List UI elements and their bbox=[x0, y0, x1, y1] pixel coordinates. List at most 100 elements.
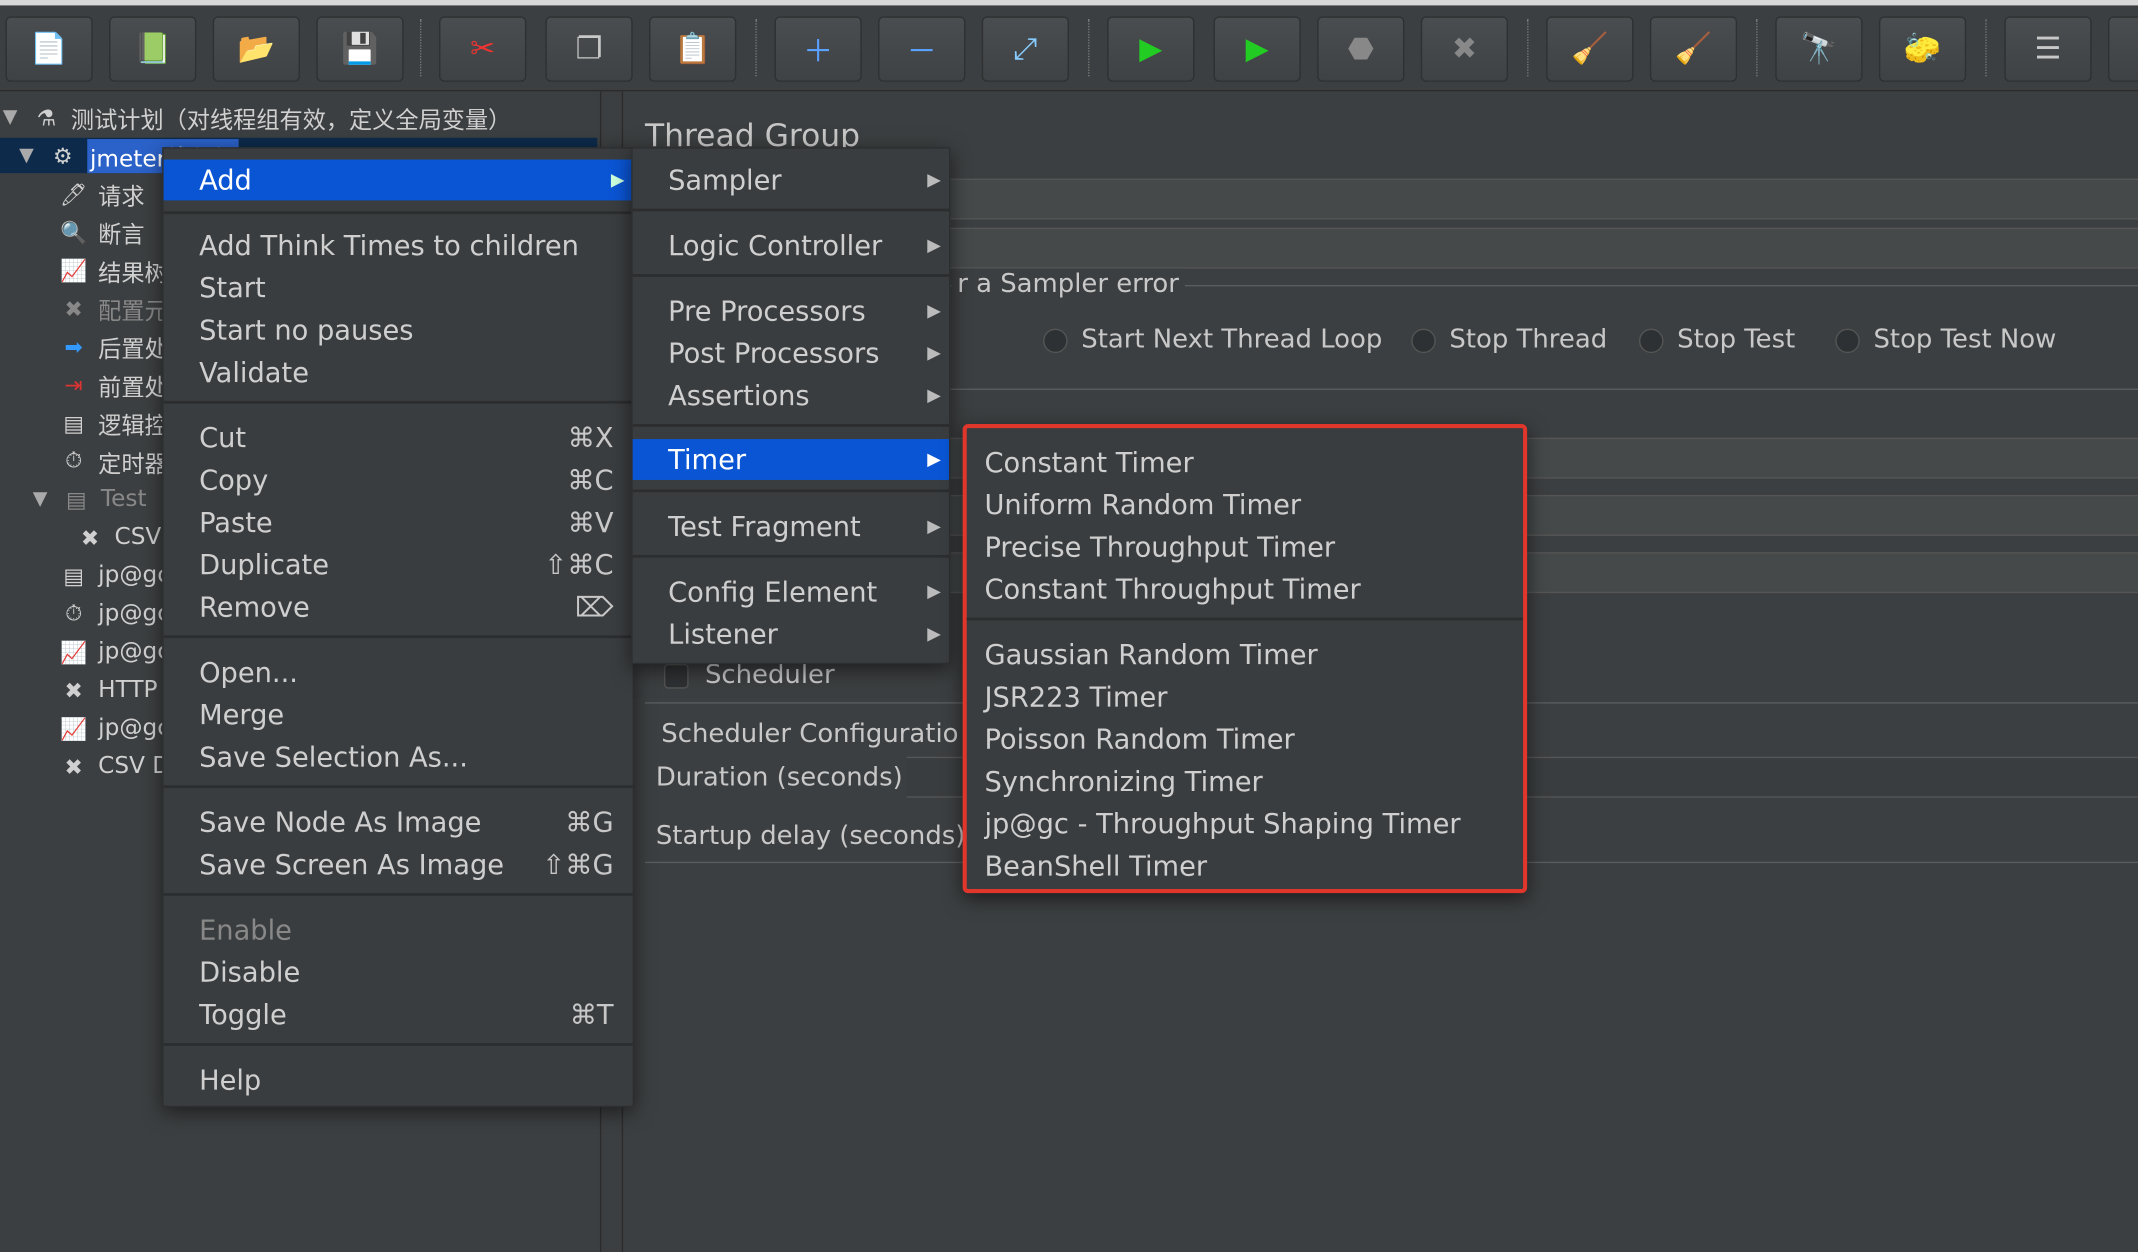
tree-node-label: 定时器 bbox=[98, 450, 168, 478]
graph-icon: 📈 bbox=[60, 257, 88, 283]
menu-item-test-fragment[interactable]: Test Fragment ▶ bbox=[633, 506, 949, 547]
menu-item-post-processors[interactable]: Post Processors ▶ bbox=[633, 333, 949, 374]
radio-button[interactable] bbox=[1638, 327, 1664, 353]
expand-arrow-icon[interactable]: ▼ bbox=[19, 145, 38, 167]
menu-item-config-element[interactable]: Config Element ▶ bbox=[633, 571, 949, 612]
tree-node[interactable]: ⏱ 定时器 bbox=[57, 443, 168, 478]
shutdown-icon[interactable]: ✖ bbox=[1420, 16, 1509, 82]
radio-button[interactable] bbox=[1043, 327, 1068, 353]
tree-node[interactable]: 🔍 断言 bbox=[57, 214, 144, 249]
tree-node-label: Test bbox=[100, 485, 147, 513]
reset-search-icon[interactable]: 🧽 bbox=[1878, 16, 1967, 82]
menu-item-disable[interactable]: Disable bbox=[164, 952, 633, 993]
tree-node-label: 断言 bbox=[98, 221, 145, 249]
templates-icon[interactable]: 📗 bbox=[109, 16, 197, 82]
search-icon[interactable]: 🔭 bbox=[1775, 16, 1863, 82]
tree-node[interactable]: ✖ CSV D bbox=[57, 749, 170, 784]
tree-node[interactable]: ▼ ▤ Test bbox=[33, 481, 147, 516]
menu-item-validate[interactable]: Validate bbox=[164, 352, 633, 393]
radio-button[interactable] bbox=[1835, 327, 1860, 353]
radio-start-next-thread-loop[interactable]: Start Next Thread Loop bbox=[1043, 325, 1382, 355]
menu-item-copy[interactable]: Copy ⌘C bbox=[164, 460, 633, 501]
save-icon[interactable]: 💾 bbox=[316, 16, 404, 82]
menu-label: Pre Processors bbox=[668, 294, 866, 328]
tree-node[interactable]: ✖ CSV bbox=[74, 520, 161, 555]
tree-node[interactable]: ✖ HTTP bbox=[57, 672, 157, 707]
new-icon[interactable]: 📄 bbox=[5, 16, 93, 82]
toolbar-separator bbox=[1756, 19, 1758, 77]
tree-node[interactable]: ▤ jp@gc bbox=[57, 558, 170, 593]
menu-item-gaussian-random-timer[interactable]: Gaussian Random Timer bbox=[967, 634, 1523, 675]
tree-node-label: HTTP bbox=[98, 676, 158, 704]
menu-item-add-think-times[interactable]: Add Think Times to children bbox=[164, 225, 633, 266]
tree-node[interactable]: 🖊 请求 bbox=[57, 176, 145, 211]
checkbox[interactable] bbox=[664, 663, 689, 688]
radio-label: Stop Thread bbox=[1449, 324, 1608, 355]
stop-icon[interactable]: ⬣ bbox=[1317, 16, 1405, 82]
menu-item-precise-throughput-timer[interactable]: Precise Throughput Timer bbox=[967, 526, 1523, 567]
tree-node-test-plan[interactable]: ▼ ⚗ 测试计划（对线程组有效，定义全局变量） bbox=[3, 100, 512, 135]
menu-item-paste[interactable]: Paste ⌘V bbox=[164, 502, 633, 543]
radio-button[interactable] bbox=[1411, 327, 1436, 353]
menu-item-save-selection[interactable]: Save Selection As... bbox=[164, 736, 633, 777]
menu-item-beanshell-timer[interactable]: BeanShell Timer bbox=[967, 845, 1523, 886]
menu-item-sampler[interactable]: Sampler ▶ bbox=[633, 160, 949, 201]
tree-node[interactable]: 📈 结果树 bbox=[57, 252, 168, 287]
menu-item-start-no-pauses[interactable]: Start no pauses bbox=[164, 310, 633, 351]
menu-item-merge[interactable]: Merge bbox=[164, 694, 633, 735]
sampler-error-label: r a Sampler error bbox=[951, 268, 1185, 299]
function-helper-icon[interactable]: ☰ bbox=[2004, 16, 2092, 82]
open-icon[interactable]: 📂 bbox=[212, 16, 300, 82]
radio-stop-test-now[interactable]: Stop Test Now bbox=[1835, 325, 2056, 355]
menu-item-start[interactable]: Start bbox=[164, 267, 633, 308]
collapse-icon[interactable]: － bbox=[878, 16, 966, 82]
menu-item-toggle[interactable]: Toggle ⌘T bbox=[164, 994, 633, 1035]
menu-item-logic-controller[interactable]: Logic Controller ▶ bbox=[633, 225, 949, 266]
copy-icon[interactable]: ❐ bbox=[545, 16, 633, 82]
menu-item-throughput-shaping-timer[interactable]: jp@gc - Throughput Shaping Timer bbox=[967, 803, 1523, 844]
menu-item-constant-timer[interactable]: Constant Timer bbox=[967, 442, 1523, 483]
menu-label: Logic Controller bbox=[668, 229, 883, 262]
menu-item-duplicate[interactable]: Duplicate ⇧⌘C bbox=[164, 544, 633, 585]
tree-node[interactable]: ⏱ jp@gc bbox=[57, 596, 170, 631]
menu-item-assertions[interactable]: Assertions ▶ bbox=[633, 375, 949, 416]
menu-item-open[interactable]: Open... bbox=[164, 652, 633, 693]
clear-all-icon[interactable]: 🧹 bbox=[1649, 16, 1738, 82]
submenu-arrow-icon: ▶ bbox=[927, 516, 941, 537]
menu-label: Constant Throughput Timer bbox=[984, 572, 1361, 606]
clear-icon[interactable]: 🧹 bbox=[1546, 16, 1634, 82]
start-no-pauses-icon[interactable]: ▶ bbox=[1213, 16, 1301, 82]
cut-icon[interactable]: ✂ bbox=[439, 16, 527, 82]
menu-item-synchronizing-timer[interactable]: Synchronizing Timer bbox=[967, 761, 1523, 802]
menu-item-poisson-random-timer[interactable]: Poisson Random Timer bbox=[967, 719, 1523, 760]
duration-label: Duration (seconds) bbox=[655, 762, 903, 793]
menu-item-save-node-image[interactable]: Save Node As Image ⌘G bbox=[164, 802, 633, 843]
menu-item-add[interactable]: Add ▶ bbox=[163, 159, 633, 201]
radio-stop-thread[interactable]: Stop Thread bbox=[1411, 325, 1607, 355]
toolbar: 📄 📗 📂 💾 ✂ ❐ 📋 ＋ － ⤢ ▶ ▶ ⬣ ✖ 🧹 🧹 🔭 🧽 ☰ bbox=[0, 5, 2138, 92]
menu-item-constant-throughput-timer[interactable]: Constant Throughput Timer bbox=[967, 569, 1523, 610]
menu-item-remove[interactable]: Remove ⌦ bbox=[164, 586, 633, 627]
menu-item-jsr223-timer[interactable]: JSR223 Timer bbox=[967, 676, 1523, 717]
menu-item-help[interactable]: Help bbox=[164, 1059, 633, 1100]
controller-icon: ▤ bbox=[63, 409, 84, 436]
tree-node[interactable]: 📈 jp@gc bbox=[57, 634, 170, 669]
controller-icon: ▤ bbox=[63, 562, 84, 589]
help-icon[interactable] bbox=[2108, 16, 2138, 82]
menu-item-uniform-random-timer[interactable]: Uniform Random Timer bbox=[967, 484, 1523, 525]
expand-arrow-icon[interactable]: ▼ bbox=[33, 488, 52, 510]
paste-icon[interactable]: 📋 bbox=[649, 16, 737, 82]
expand-icon[interactable]: ＋ bbox=[774, 16, 862, 82]
menu-label: Save Selection As... bbox=[199, 740, 468, 774]
menu-item-pre-processors[interactable]: Pre Processors ▶ bbox=[633, 290, 949, 331]
expand-arrow-icon[interactable]: ▼ bbox=[3, 106, 22, 128]
toggle-icon[interactable]: ⤢ bbox=[981, 16, 1069, 82]
menu-item-timer[interactable]: Timer ▶ bbox=[632, 439, 950, 480]
menu-item-listener[interactable]: Listener ▶ bbox=[633, 614, 949, 655]
menu-item-save-screen-image[interactable]: Save Screen As Image ⇧⌘G bbox=[164, 844, 633, 885]
tree-node[interactable]: 📈 jp@gc bbox=[57, 710, 170, 745]
menu-item-cut[interactable]: Cut ⌘X bbox=[164, 417, 633, 458]
scheduler-checkbox[interactable]: Scheduler bbox=[664, 660, 835, 690]
radio-stop-test[interactable]: Stop Test bbox=[1638, 325, 1795, 355]
start-icon[interactable]: ▶ bbox=[1107, 16, 1195, 82]
